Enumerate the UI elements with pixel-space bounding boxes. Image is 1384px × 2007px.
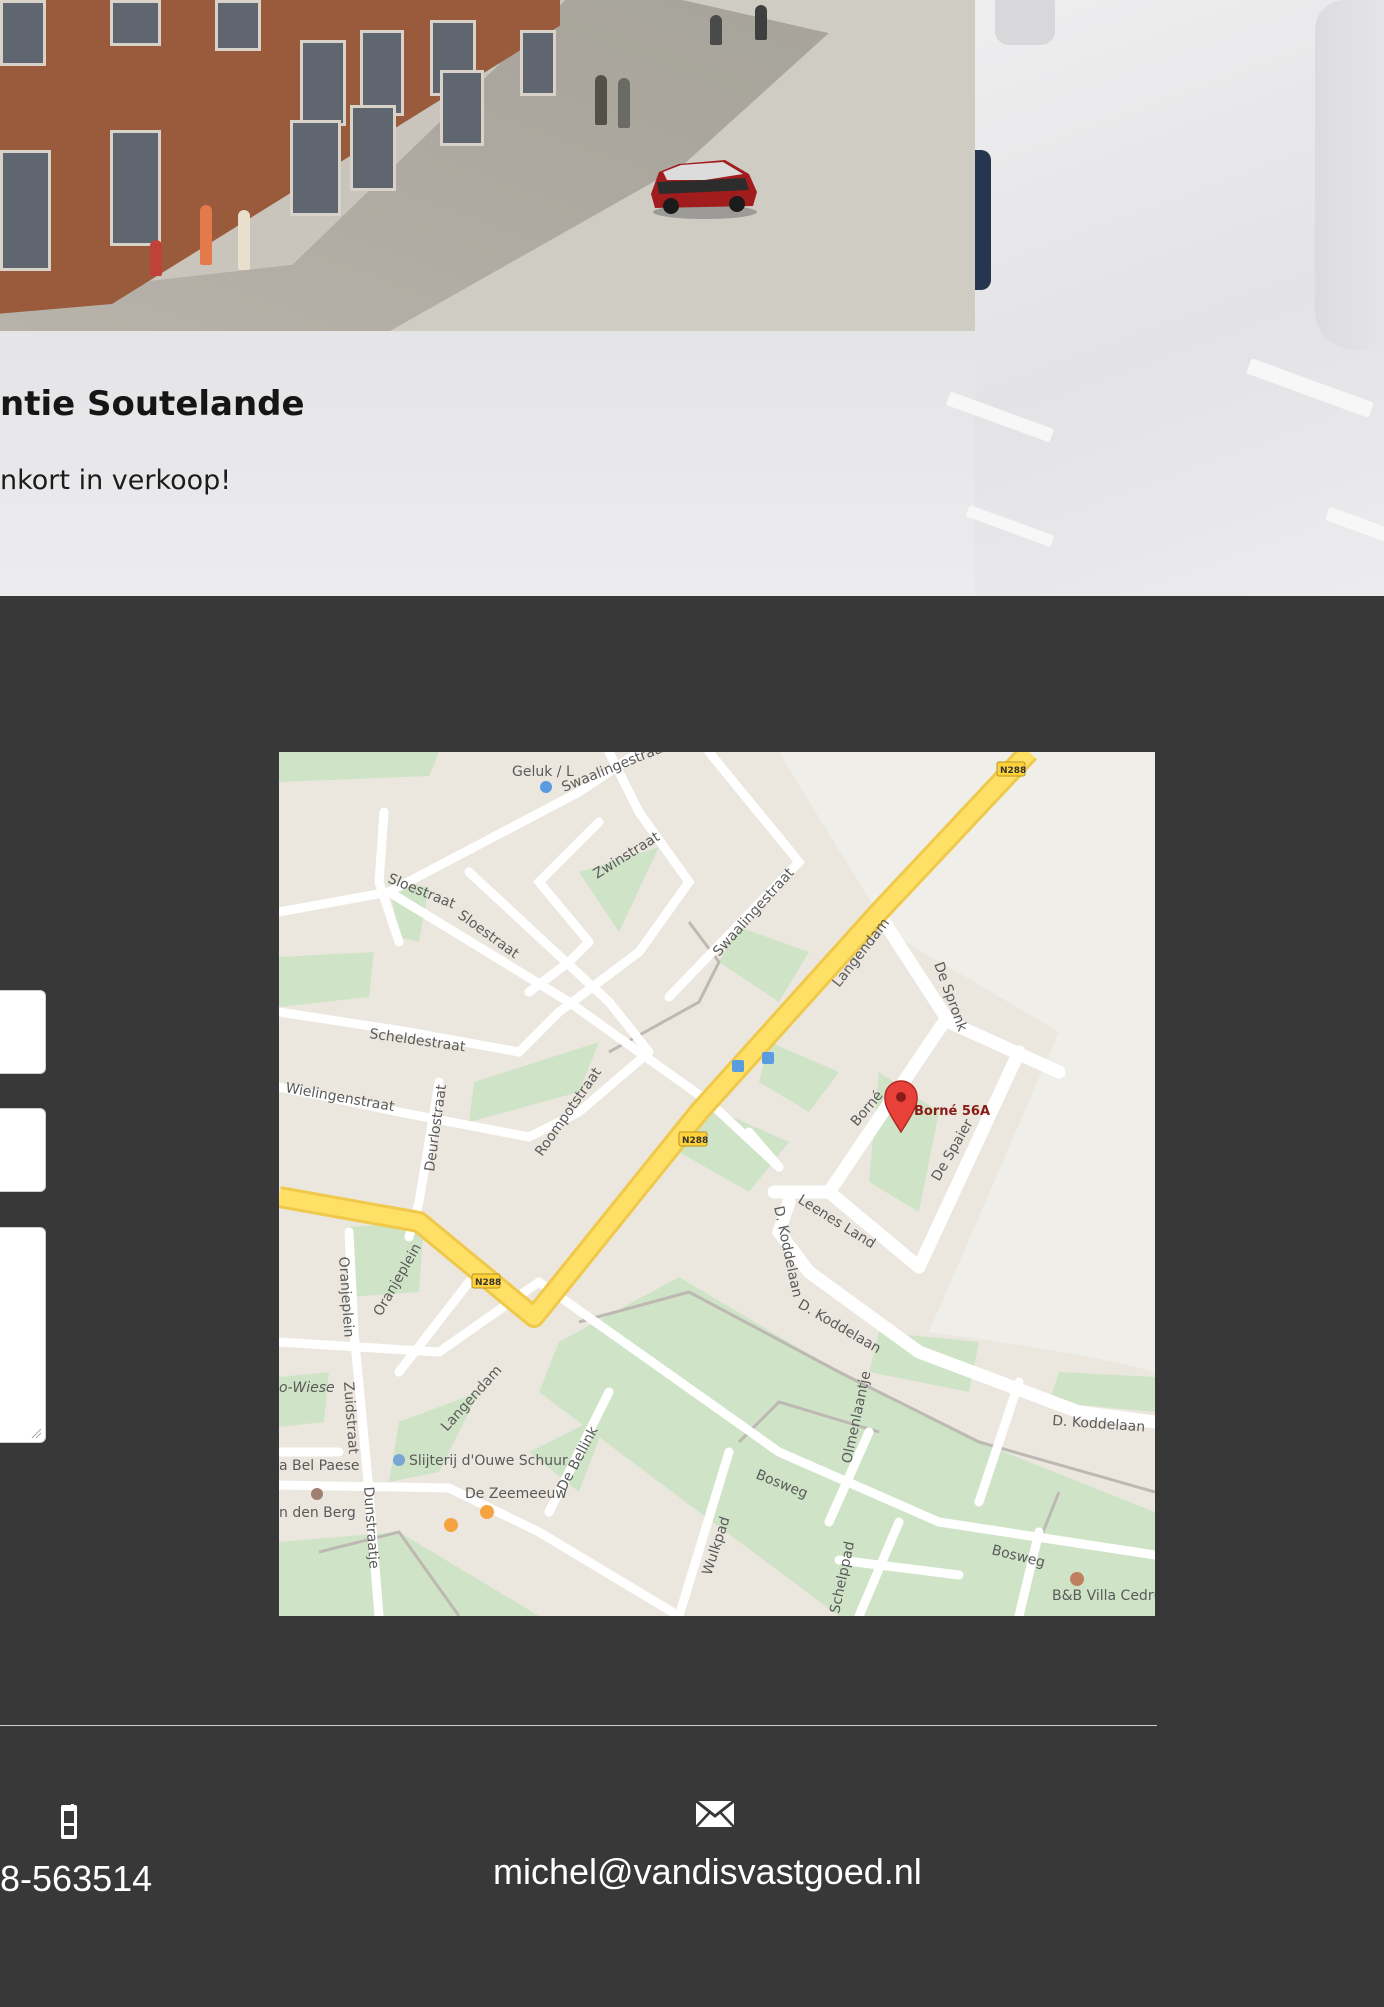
project-photo[interactable] (0, 0, 975, 331)
project-title[interactable]: ntie Soutelande (0, 384, 305, 424)
place-icon (311, 1488, 323, 1500)
road-shield-label: N288 (682, 1136, 708, 1146)
place-label: Slijterij d'Ouwe Schuur (409, 1453, 568, 1469)
bus-stop-icon (732, 1060, 744, 1072)
car-image (651, 160, 757, 219)
location-map[interactable]: Borné 56A N288 N288 N288 Geluk / L Swaal… (279, 752, 1155, 1616)
park-label: o-Wiese (279, 1380, 335, 1396)
email-field[interactable] (0, 1108, 46, 1192)
background-photo (945, 0, 1384, 596)
place-label: a Bel Paese (279, 1458, 360, 1474)
marker-label: Borné 56A (914, 1104, 990, 1119)
hotel-icon (1070, 1572, 1084, 1586)
bus-stop-icon (540, 781, 552, 793)
place-label: De Zeemeeuw (465, 1486, 567, 1502)
restaurant-icon (480, 1505, 494, 1519)
footer-divider (0, 1725, 1157, 1726)
place-label: n den Berg (279, 1505, 356, 1521)
resize-handle-icon[interactable] (30, 1427, 42, 1439)
shop-icon (393, 1454, 405, 1466)
email-link[interactable]: michel@vandisvastgoed.nl (493, 1851, 922, 1893)
road-shield-label: N288 (475, 1278, 501, 1288)
envelope-icon (695, 1800, 735, 1828)
restaurant-icon (444, 1518, 458, 1532)
bus-stop-icon (762, 1052, 774, 1064)
project-subtitle: nkort in verkoop! (0, 465, 232, 496)
message-field[interactable] (0, 1227, 46, 1443)
mobile-phone-icon (61, 1804, 77, 1839)
phone-number[interactable]: 18-563514 (0, 1858, 152, 1900)
place-label: B&B Villa Cedrus (1052, 1588, 1155, 1604)
name-field[interactable] (0, 990, 46, 1074)
project-card: ntie Soutelande nkort in verkoop! (0, 0, 1384, 596)
map-place-label: Geluk / L (512, 764, 574, 780)
road-shield-label: N288 (1000, 766, 1026, 776)
